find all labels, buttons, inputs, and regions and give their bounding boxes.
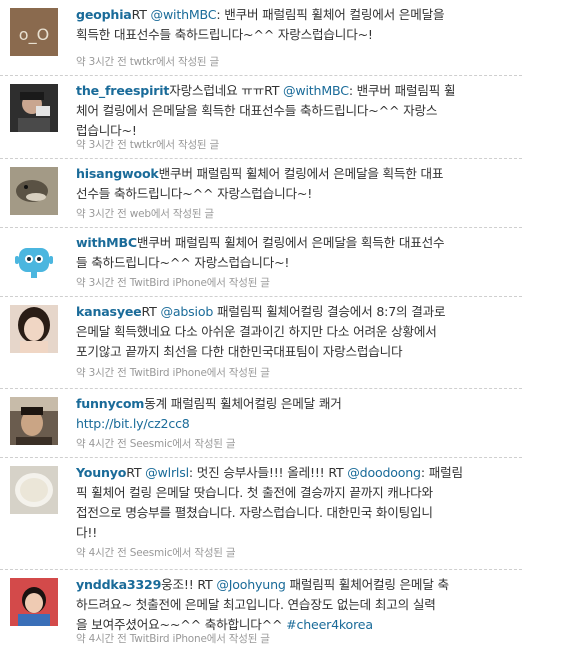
tweet-meta: 약 4시간 전 TwitBird iPhone에서 작성된 글 (76, 633, 270, 645)
mention-link[interactable]: @withMBC (283, 83, 349, 98)
tweet-item: hisangwook밴쿠버 패럴림픽 휠체어 컬링에서 은메달을 획득한 대표 … (0, 159, 522, 228)
tweet-text-part: 은메달 획득했네요 다소 아쉬운 결과이긴 하지만 다소 어려운 상황에서 (76, 324, 437, 339)
mention-link[interactable]: @doodoong (347, 465, 421, 480)
tweet-meta: 약 3시간 전 TwitBird iPhone에서 작성된 글 (76, 277, 270, 289)
username-link[interactable]: geophia (76, 7, 132, 22)
tweet-text-part: RT (141, 304, 161, 319)
tweet-item: funnycom동계 패럴림픽 휠체어컬링 은메달 쾌거 http://bit.… (0, 389, 522, 458)
tweet-text-part: 럽습니다~! (76, 123, 137, 138)
mention-link[interactable]: @withMBC (151, 7, 217, 22)
tweet-text-part: : 패럴림 (420, 465, 463, 480)
username-link[interactable]: ynddka3329 (76, 577, 161, 592)
tweet-text-part: 선수들 축하드립니다~^^ 자랑스럽습니다~! (76, 186, 313, 201)
tweet-text: kanasyeeRT @absiob 패럴림픽 휠체어컬링 결승에서 8:7의 … (76, 302, 520, 362)
lizard-avatar[interactable] (10, 167, 58, 215)
tweet-text-part: 하드려요~ 첫출전에 은메달 최고입니다. 연습장도 없는데 최고의 실력 (76, 597, 436, 612)
mention-link[interactable]: @wlrlsl (145, 465, 189, 480)
tweet-text-part: 픽 휠체어 컬링 은메달 땃습니다. 첫 출전에 결승까지 끝까지 캐나다와 (76, 485, 433, 500)
tweet-item: o_O geophiaRT @withMBC: 밴쿠버 패럴림픽 휠체어 컬링에… (0, 0, 522, 76)
username-link[interactable]: hisangwook (76, 166, 159, 181)
child-avatar[interactable] (10, 578, 58, 626)
tweet-text-part: 자랑스럽네요 ㅠㅠRT (169, 83, 284, 98)
username-link[interactable]: funnycom (76, 396, 144, 411)
tweet-item: ynddka3329웅조!! RT @Joohyung 패럴림픽 휠체어컬링 은… (0, 570, 522, 654)
robot-avatar[interactable] (10, 236, 58, 284)
tweet-meta: 약 4시간 전 Seesmic에서 작성된 글 (76, 438, 236, 450)
tweet-meta: 약 3시간 전 web에서 작성된 글 (76, 208, 214, 220)
tweet-text-part: RT (126, 465, 146, 480)
tweet-text-part: 포기않고 끝까지 최선을 다한 대한민국대표팀이 자랑스럽습니다 (76, 344, 403, 359)
username-link[interactable]: Younyo (76, 465, 126, 480)
tweet-text: YounyoRT @wlrlsl: 멋진 승부사들!!! 올레!!! RT @d… (76, 463, 520, 543)
tweet-text-part: 을 보여주셨어요~~^^ 축하합니다^^ (76, 617, 287, 632)
tweet-item: the_freespirit자랑스럽네요 ㅠㅠRT @withMBC: 밴쿠버 … (0, 76, 522, 159)
tweet-item: kanasyeeRT @absiob 패럴림픽 휠체어컬링 결승에서 8:7의 … (0, 297, 522, 389)
tweet-meta: 약 3시간 전 TwitBird iPhone에서 작성된 글 (76, 367, 270, 379)
tweet-text-part: 체어 컬링에서 은메달을 획득한 대표선수들 축하드립니다~^^ 자랑스 (76, 103, 438, 118)
hashtag-link[interactable]: #cheer4korea (286, 617, 373, 632)
tweet-text-part: 밴쿠버 패럴림픽 휠체어 컬링에서 은메달을 획득한 대표 (158, 166, 444, 181)
tweet-text: ynddka3329웅조!! RT @Joohyung 패럴림픽 휠체어컬링 은… (76, 575, 520, 635)
tweet-text-part: 동계 패럴림픽 휠체어컬링 은메달 쾌거 (144, 396, 342, 411)
cup-avatar[interactable] (10, 466, 58, 514)
tweet-item: YounyoRT @wlrlsl: 멋진 승부사들!!! 올레!!! RT @d… (0, 458, 522, 570)
tweet-text-part: 접전으로 명승부를 펼쳤습니다. 자랑스럽습니다. 대한민국 화이팅입니 (76, 505, 433, 520)
tweet-meta: 약 4시간 전 Seesmic에서 작성된 글 (76, 547, 236, 559)
mention-link[interactable]: @absiob (160, 304, 213, 319)
username-link[interactable]: withMBC (76, 235, 137, 250)
tweet-meta: 약 3시간 전 twtkr에서 작성된 글 (76, 56, 219, 68)
tweet-text-part: : 밴쿠버 패럴림픽 휠 (348, 83, 456, 98)
tweet-item: withMBC밴쿠버 패럴림픽 휠체어 컬링에서 은메달을 획득한 대표선수 들… (0, 228, 522, 297)
tweet-text-part: 패럴림픽 휠체어컬링 은메달 축 (285, 577, 449, 592)
tweet-text-part: 밴쿠버 패럴림픽 휠체어 컬링에서 은메달을 획득한 대표선수 (136, 235, 445, 250)
tweet-text-part: : 밴쿠버 패럴림픽 휠체어 컬링에서 은메달을 (216, 7, 445, 22)
tweet-text-part: 웅조!! RT (161, 577, 217, 592)
tweet-text-part: 들 축하드립니다~^^ 자랑스럽습니다~! (76, 255, 290, 270)
man-avatar[interactable] (10, 397, 58, 445)
tweet-meta: 약 3시간 전 twtkr에서 작성된 글 (76, 139, 219, 151)
tweet-text-part: 다!! (76, 525, 98, 540)
svg-text:o_O: o_O (19, 25, 49, 45)
tweet-feed: o_O geophiaRT @withMBC: 밴쿠버 패럴림픽 휠체어 컬링에… (0, 0, 578, 654)
username-link[interactable]: kanasyee (76, 304, 142, 319)
url-link[interactable]: http://bit.ly/cz2cc8 (76, 416, 190, 431)
tweet-text: funnycom동계 패럴림픽 휠체어컬링 은메달 쾌거 http://bit.… (76, 394, 520, 434)
person-avatar[interactable] (10, 84, 58, 132)
mention-link[interactable]: @Joohyung (216, 577, 286, 592)
tweet-text: hisangwook밴쿠버 패럴림픽 휠체어 컬링에서 은메달을 획득한 대표 … (76, 164, 520, 204)
tweet-text-part: 패럴림픽 휠체어컬링 결승에서 8:7의 결과로 (213, 304, 446, 319)
tweet-text: the_freespirit자랑스럽네요 ㅠㅠRT @withMBC: 밴쿠버 … (76, 81, 520, 141)
tweet-text-part: : 멋진 승부사들!!! 올레!!! RT (188, 465, 348, 480)
girl-avatar[interactable] (10, 305, 58, 353)
tweet-text: withMBC밴쿠버 패럴림픽 휠체어 컬링에서 은메달을 획득한 대표선수 들… (76, 233, 520, 273)
tweet-text: geophiaRT @withMBC: 밴쿠버 패럴림픽 휠체어 컬링에서 은메… (76, 5, 520, 45)
tweet-text-part: RT (131, 7, 151, 22)
geophia-avatar[interactable]: o_O (10, 8, 58, 56)
username-link[interactable]: the_freespirit (76, 83, 169, 98)
tweet-text-part: 획득한 대표선수들 축하드립니다~^^ 자랑스럽습니다~! (76, 27, 373, 42)
